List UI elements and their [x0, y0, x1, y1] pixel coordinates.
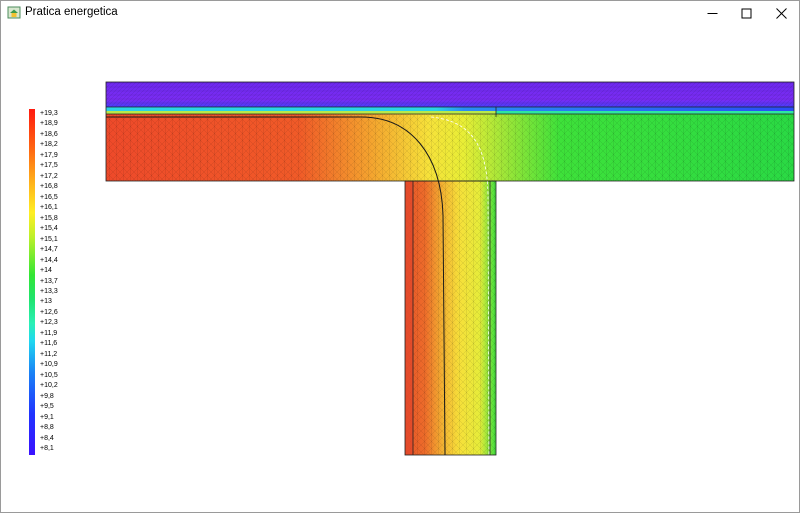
thermal-bridge-plot [105, 81, 795, 456]
maximize-icon [741, 8, 751, 18]
slab-body [106, 114, 794, 181]
title-bar[interactable]: Pratica energetica [1, 1, 799, 25]
close-button[interactable] [764, 1, 798, 25]
window-title: Pratica energetica [25, 6, 118, 18]
app-window: Pratica energetica +19,3 +18,9 +18,6 +18,2 +… [0, 0, 800, 513]
maximize-button[interactable] [729, 1, 763, 25]
close-icon [775, 7, 787, 19]
insulation-strip [106, 107, 794, 114]
plot-canvas: +19,3 +18,9 +18,6 +18,2 +17,9 +17,5 +17,2 +16,8… [1, 25, 799, 512]
minimize-icon [707, 12, 717, 14]
house-app-icon [7, 6, 21, 19]
wall-body [405, 181, 496, 455]
minimize-button[interactable] [695, 1, 729, 25]
slab-top-layer [106, 82, 794, 107]
